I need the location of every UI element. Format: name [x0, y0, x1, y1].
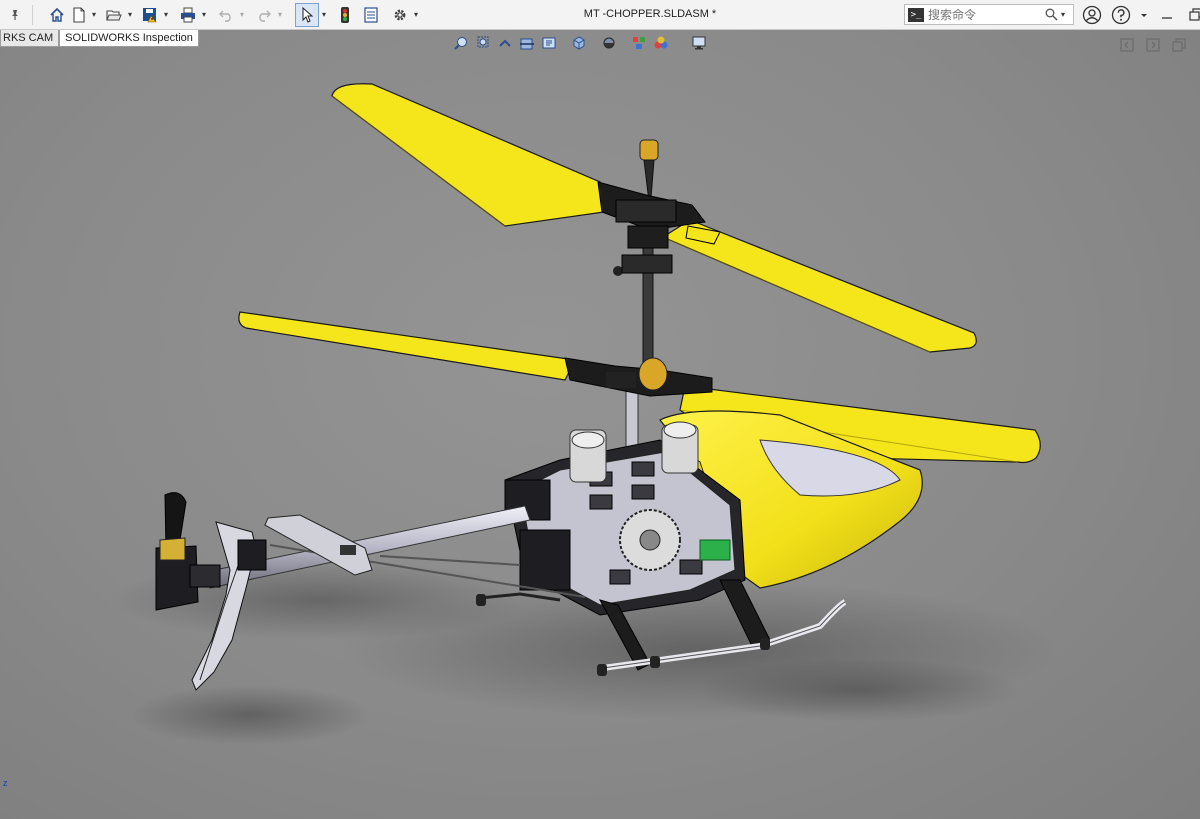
options-dropdown-icon[interactable]: ▾	[411, 10, 421, 19]
restore-window-icon[interactable]	[1186, 5, 1200, 25]
zoom-to-area-icon[interactable]	[474, 35, 492, 51]
undo-dropdown-icon[interactable]: ▾	[237, 10, 247, 19]
tab-cam[interactable]: RKS CAM	[0, 30, 60, 47]
print-dropdown-icon[interactable]: ▾	[199, 10, 209, 19]
redo-icon[interactable]	[253, 3, 275, 27]
open-icon[interactable]	[103, 3, 125, 27]
graphics-viewport[interactable]: z	[0, 30, 1200, 819]
help-dropdown-icon[interactable]	[1140, 5, 1148, 25]
display-style-icon[interactable]	[600, 35, 618, 51]
upper-rotor-hub[interactable]	[597, 181, 721, 276]
user-account-icon[interactable]	[1082, 5, 1102, 25]
toolbar-separator	[32, 4, 33, 25]
edit-appearance-icon[interactable]	[652, 35, 670, 51]
lower-rotor-hub[interactable]	[564, 357, 713, 397]
undo-icon[interactable]	[215, 3, 237, 27]
section-view-icon[interactable]	[518, 35, 536, 51]
minimize-icon[interactable]	[1157, 5, 1177, 25]
helicopter-model[interactable]	[0, 30, 1200, 819]
viewport-panel-controls	[1120, 38, 1186, 52]
command-manager-tabs: RKS CAM SOLIDWORKS Inspection	[0, 30, 199, 47]
help-icon[interactable]	[1111, 5, 1131, 25]
new-document-icon[interactable]	[69, 3, 89, 27]
pin-icon[interactable]	[2, 3, 28, 27]
command-prompt-icon: >_	[908, 7, 924, 22]
open-dropdown-icon[interactable]: ▾	[125, 10, 135, 19]
search-dropdown-icon[interactable]: ▾	[1058, 10, 1068, 19]
collapse-right-panel-icon[interactable]	[1146, 38, 1160, 52]
save-dropdown-icon[interactable]: ▾	[161, 10, 171, 19]
view-settings-icon[interactable]	[690, 35, 708, 51]
reference-triad: z	[3, 778, 8, 788]
restore-viewport-icon[interactable]	[1172, 38, 1186, 52]
view-orientation-icon[interactable]	[570, 35, 588, 51]
rotor-mast[interactable]	[625, 139, 659, 461]
search-commands-input[interactable]	[928, 7, 1043, 22]
new-document-dropdown-icon[interactable]: ▾	[89, 10, 99, 19]
triad-z-label: z	[3, 778, 8, 788]
options-gear-icon[interactable]	[389, 3, 411, 27]
redo-dropdown-icon[interactable]: ▾	[275, 10, 285, 19]
search-icon[interactable]	[1045, 8, 1058, 21]
save-icon[interactable]	[139, 3, 161, 27]
window-title: MT -CHOPPER.SLDASM *	[583, 8, 717, 20]
hide-show-icon[interactable]	[630, 35, 648, 51]
tab-solidworks-inspection[interactable]: SOLIDWORKS Inspection	[59, 30, 199, 47]
search-commands-box[interactable]: >_ ▾	[904, 4, 1074, 25]
traffic-light-icon[interactable]	[335, 3, 355, 27]
select-icon[interactable]	[295, 2, 319, 27]
collapse-left-panel-icon[interactable]	[1120, 38, 1134, 52]
window-controls	[1082, 5, 1200, 25]
heads-up-view-toolbar	[452, 35, 708, 51]
zoom-to-fit-icon[interactable]	[452, 35, 470, 51]
select-dropdown-icon[interactable]: ▾	[319, 10, 329, 19]
home-icon[interactable]	[45, 3, 69, 27]
dynamic-annotation-icon[interactable]	[540, 35, 558, 51]
previous-view-icon[interactable]	[496, 35, 514, 51]
print-icon[interactable]	[177, 3, 199, 27]
file-properties-icon[interactable]	[359, 3, 383, 27]
